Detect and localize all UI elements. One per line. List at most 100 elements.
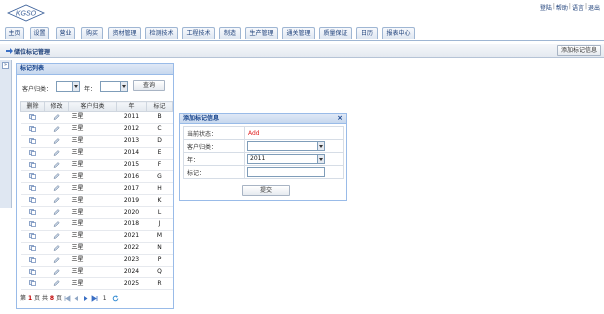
- tab-reports[interactable]: 报表中心: [382, 27, 415, 39]
- year-label: 年：: [183, 152, 245, 166]
- page-number-input[interactable]: 1: [100, 293, 110, 305]
- edit-cell: [44, 230, 69, 243]
- tab-materials[interactable]: 资材管理: [108, 27, 141, 39]
- year-value: 2011: [250, 155, 266, 162]
- mark-cell: L: [146, 206, 173, 220]
- tab-production[interactable]: 生产管理: [245, 27, 278, 39]
- arrow-right-icon: [6, 48, 13, 54]
- prev-page-icon[interactable]: [73, 295, 80, 302]
- mark-cell: K: [146, 194, 173, 208]
- tab-engineering[interactable]: 工程技术: [182, 27, 215, 39]
- edit-icon[interactable]: [53, 280, 60, 287]
- delete-icon[interactable]: [29, 125, 36, 132]
- edit-icon[interactable]: [53, 197, 60, 204]
- tab-settings[interactable]: 设置: [30, 27, 49, 39]
- edit-icon[interactable]: [53, 185, 60, 192]
- delete-icon[interactable]: [29, 256, 36, 263]
- table-row: 三星 2014 E: [20, 147, 173, 160]
- mark-table: 删除 修改 客户归类 年 标记 三星 2011 B 三星 2012 C 三星 2013 D 三星 2…: [20, 101, 173, 291]
- tab-calendar[interactable]: 日历: [356, 27, 378, 39]
- col-edit: 修改: [44, 101, 69, 112]
- delete-icon[interactable]: [29, 137, 36, 144]
- separator: |: [584, 3, 587, 10]
- delete-icon[interactable]: [29, 185, 36, 192]
- col-delete: 删除: [20, 101, 45, 112]
- mark-cell: Q: [146, 266, 173, 279]
- year-select[interactable]: [100, 81, 128, 92]
- help-link[interactable]: 帮助: [556, 3, 568, 12]
- mark-cell: C: [146, 123, 173, 136]
- delete-icon[interactable]: [29, 149, 36, 156]
- edit-cell: [44, 159, 69, 172]
- add-mark-button[interactable]: 添加标记信息: [556, 45, 601, 56]
- tab-customs[interactable]: 通关管理: [282, 27, 315, 39]
- year-cell: 2020: [116, 206, 147, 220]
- last-page-icon[interactable]: [91, 295, 98, 302]
- customer-cell: 三星: [68, 230, 117, 243]
- edit-cell: [44, 206, 69, 220]
- delete-icon[interactable]: [29, 161, 36, 168]
- tab-home[interactable]: 主页: [5, 27, 24, 39]
- edit-icon[interactable]: [53, 232, 60, 239]
- pager-suffix: 页: [56, 295, 63, 302]
- delete-icon[interactable]: [29, 244, 36, 251]
- login-link[interactable]: 登陆: [540, 3, 552, 12]
- refresh-icon[interactable]: [112, 295, 119, 302]
- tab-quality[interactable]: 质量保证: [319, 27, 352, 39]
- collapse-icon[interactable]: »: [2, 62, 9, 69]
- mark-input[interactable]: [247, 167, 325, 177]
- pager-mid: 页 共: [34, 295, 48, 302]
- tab-manufacturing[interactable]: 制造: [219, 27, 241, 39]
- delete-icon[interactable]: [29, 209, 36, 216]
- edit-icon[interactable]: [53, 125, 60, 132]
- edit-cell: [44, 182, 69, 196]
- year-cell: 2024: [116, 266, 147, 279]
- delete-cell: [20, 135, 45, 148]
- close-icon[interactable]: ×: [337, 114, 343, 123]
- edit-cell: [44, 135, 69, 148]
- edit-icon[interactable]: [53, 209, 60, 216]
- edit-icon[interactable]: [53, 244, 60, 251]
- edit-icon[interactable]: [53, 256, 60, 263]
- year-select[interactable]: 2011: [247, 154, 325, 164]
- edit-icon[interactable]: [53, 220, 60, 227]
- delete-icon[interactable]: [29, 197, 36, 204]
- tab-purchase[interactable]: 购买: [81, 27, 103, 39]
- kgso-logo: KGSO: [7, 4, 45, 22]
- query-button[interactable]: 查询: [133, 80, 165, 91]
- language-link[interactable]: 语言: [572, 3, 584, 12]
- tab-inspection-tech[interactable]: 检测技术: [145, 27, 178, 39]
- dialog-header: 添加标记信息 ×: [180, 114, 346, 124]
- first-page-icon[interactable]: [64, 295, 71, 302]
- edit-cell: [44, 123, 69, 136]
- delete-icon[interactable]: [29, 268, 36, 275]
- delete-icon[interactable]: [29, 173, 36, 180]
- submit-button[interactable]: 提交: [242, 185, 290, 196]
- year-cell: 2013: [116, 135, 147, 148]
- mark-cell: J: [146, 218, 173, 231]
- edit-cell: [44, 111, 69, 124]
- edit-icon[interactable]: [53, 173, 60, 180]
- delete-icon[interactable]: [29, 220, 36, 227]
- delete-icon[interactable]: [29, 280, 36, 287]
- tab-sales[interactable]: 营业: [56, 27, 75, 39]
- col-year[interactable]: 年: [116, 101, 147, 112]
- year-cell: 2018: [116, 218, 147, 231]
- edit-icon[interactable]: [53, 161, 60, 168]
- customer-category-select[interactable]: [247, 141, 325, 151]
- edit-cell: [44, 218, 69, 231]
- delete-icon[interactable]: [29, 232, 36, 239]
- next-page-icon[interactable]: [82, 295, 89, 302]
- customer-category-label: 客户归类：: [183, 139, 245, 153]
- col-customer-category[interactable]: 客户归类: [68, 101, 117, 112]
- form-row-customer: 客户归类：: [183, 139, 344, 153]
- edit-icon[interactable]: [53, 113, 60, 120]
- edit-icon[interactable]: [53, 137, 60, 144]
- delete-icon[interactable]: [29, 113, 36, 120]
- edit-icon[interactable]: [53, 268, 60, 275]
- logout-link[interactable]: 退出: [588, 3, 600, 12]
- col-mark[interactable]: 标记: [146, 101, 173, 112]
- table-row: 三星 2025 R: [20, 277, 173, 291]
- edit-icon[interactable]: [53, 149, 60, 156]
- customer-category-select[interactable]: [56, 81, 80, 92]
